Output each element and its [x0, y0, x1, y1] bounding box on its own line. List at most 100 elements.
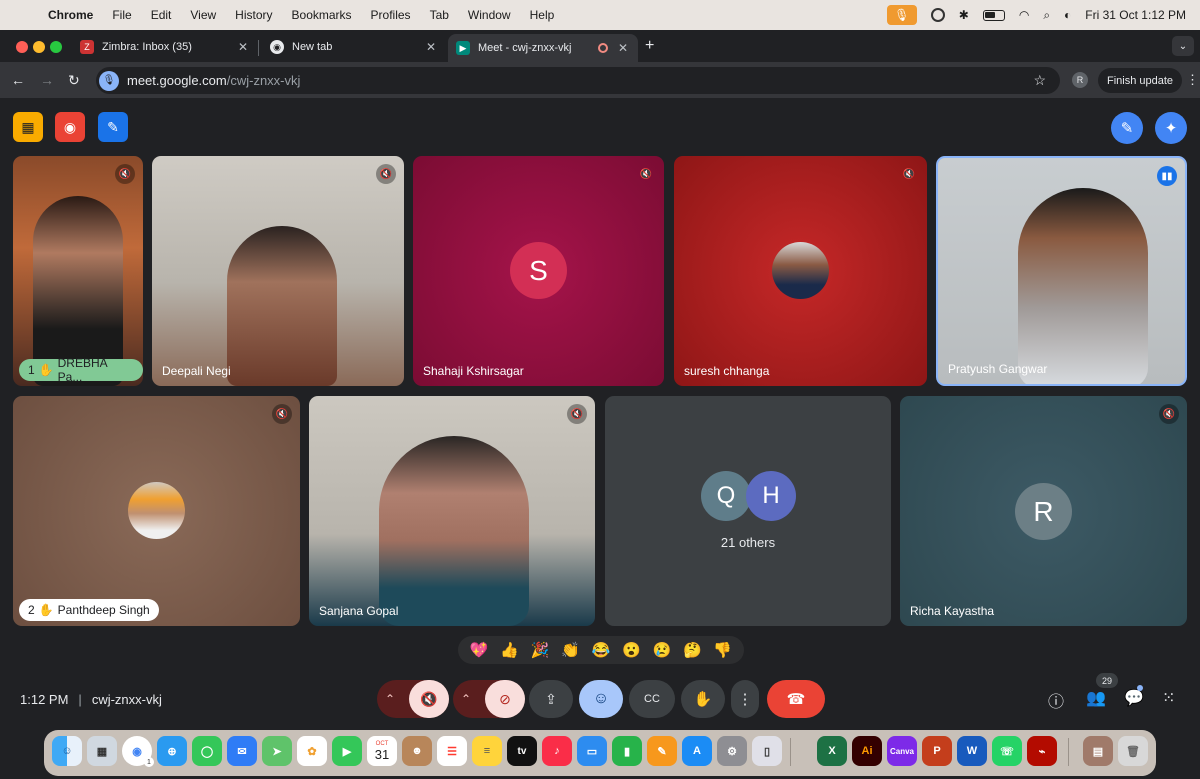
menubar-clock[interactable]: Fri 31 Oct 1:12 PM	[1085, 8, 1186, 22]
finish-update-button[interactable]: Finish update	[1098, 68, 1182, 93]
music-icon[interactable]: ♪	[542, 736, 572, 766]
reaction-thinking[interactable]: 🤔	[683, 641, 702, 659]
keynote-icon[interactable]: ▭	[577, 736, 607, 766]
notes-app-icon[interactable]: ≡	[472, 736, 502, 766]
mail-icon[interactable]: ✉	[227, 736, 257, 766]
participant-tile[interactable]: S 🔇 Shahaji Kshirsagar	[413, 156, 664, 386]
new-tab-button[interactable]: +	[645, 37, 654, 55]
notes-icon[interactable]: ✎	[98, 112, 128, 142]
reminders-icon[interactable]: ☰	[437, 736, 467, 766]
chat-icon[interactable]: 💬	[1124, 688, 1144, 708]
bluetooth-icon[interactable]: ✱	[959, 8, 969, 22]
close-tab-icon[interactable]: ✕	[426, 40, 436, 54]
maximize-window-button[interactable]	[50, 41, 62, 53]
menu-window[interactable]: Window	[468, 8, 511, 22]
downloads-stack-icon[interactable]: ▤	[1083, 736, 1113, 766]
close-tab-icon[interactable]: ✕	[238, 40, 248, 54]
menu-edit[interactable]: Edit	[151, 8, 172, 22]
participant-tile[interactable]: 🔇 Sanjana Gopal	[309, 396, 595, 626]
excel-icon[interactable]: X	[817, 736, 847, 766]
powerpoint-icon[interactable]: P	[922, 736, 952, 766]
calendar-icon[interactable]: OCT 31	[367, 736, 397, 766]
pages-icon[interactable]: ✎	[647, 736, 677, 766]
others-tile[interactable]: Q H 21 others	[605, 396, 891, 626]
menu-view[interactable]: View	[190, 8, 216, 22]
captions-off-icon[interactable]: ▦	[13, 112, 43, 142]
leave-call-button[interactable]: ☎	[767, 680, 825, 718]
gemini-icon[interactable]: ✦	[1155, 112, 1187, 144]
present-screen-button[interactable]: ⇪	[529, 680, 573, 718]
system-settings-icon[interactable]: ⚙	[717, 736, 747, 766]
menu-history[interactable]: History	[235, 8, 272, 22]
reload-button[interactable]: ↻	[68, 72, 80, 89]
menu-file[interactable]: File	[112, 8, 131, 22]
reaction-surprised[interactable]: 😮	[622, 641, 641, 659]
microphone-in-use-icon[interactable]: 🎙	[886, 5, 917, 25]
numbers-icon[interactable]: ▮	[612, 736, 642, 766]
reaction-laugh[interactable]: 😂	[592, 641, 611, 659]
participant-tile[interactable]: 🔇 1 ✋ DREBHA Pa...	[13, 156, 143, 386]
tab-zimbra[interactable]: Z Zimbra: Inbox (35) ✕	[72, 34, 258, 60]
menu-app-name[interactable]: Chrome	[48, 8, 93, 22]
reaction-party[interactable]: 🎉	[531, 641, 550, 659]
participant-tile-active-speaker[interactable]: ▮▮ Pratyush Gangwar	[936, 156, 1187, 386]
video-options-chevron-icon[interactable]: ⌃	[461, 692, 471, 706]
tab-new-tab[interactable]: ◉ New tab ✕	[262, 34, 446, 60]
whatsapp-icon[interactable]: ☏	[992, 736, 1022, 766]
address-bar[interactable]: 🎙 meet.google.com/cwj-znxx-vkj ☆	[96, 67, 1060, 94]
audio-options-chevron-icon[interactable]: ⌃	[385, 692, 395, 706]
activities-icon[interactable]: ⁙	[1162, 688, 1175, 708]
chrome-menu-icon[interactable]: ⋮	[1186, 72, 1199, 88]
wifi-icon[interactable]: ◠	[1019, 8, 1029, 22]
profile-avatar[interactable]: R	[1072, 72, 1088, 88]
participant-tile[interactable]: R 🔇 Richa Kayastha	[900, 396, 1187, 626]
word-icon[interactable]: W	[957, 736, 987, 766]
reaction-thumbs-down[interactable]: 👎	[713, 641, 732, 659]
finder-icon[interactable]: ☺	[52, 736, 82, 766]
menu-profiles[interactable]: Profiles	[371, 8, 411, 22]
camera-off-button[interactable]: ⊘	[485, 680, 525, 718]
launchpad-icon[interactable]: ▦	[87, 736, 117, 766]
people-icon[interactable]: 👥	[1086, 688, 1106, 708]
microphone-site-icon[interactable]: 🎙	[99, 70, 119, 91]
photos-icon[interactable]: ✿	[297, 736, 327, 766]
contacts-icon[interactable]: ☻	[402, 736, 432, 766]
back-button[interactable]: ←	[11, 72, 25, 88]
close-tab-icon[interactable]: ✕	[618, 41, 628, 55]
acrobat-icon[interactable]: ⌁	[1027, 736, 1057, 766]
battery-icon[interactable]	[982, 9, 1005, 21]
tab-search-button[interactable]: ⌄	[1172, 36, 1194, 56]
participant-tile[interactable]: 🔇 suresh chhanga	[674, 156, 927, 386]
canva-icon[interactable]: Canva	[887, 736, 917, 766]
trash-icon[interactable]: 🗑	[1118, 736, 1148, 766]
messages-icon[interactable]: ◯	[192, 736, 222, 766]
safari-icon[interactable]: ⊕	[157, 736, 187, 766]
participant-tile[interactable]: 🔇 Deepali Negi	[152, 156, 404, 386]
minimize-window-button[interactable]	[33, 41, 45, 53]
more-options-button[interactable]: ⋮	[731, 680, 759, 718]
participant-tile[interactable]: 🔇 2 ✋ Panthdeep Singh	[13, 396, 300, 626]
recording-icon[interactable]: ◉	[55, 112, 85, 142]
reaction-thumbs-up[interactable]: 👍	[500, 641, 519, 659]
mic-off-button[interactable]: 🔇	[409, 680, 449, 718]
close-window-button[interactable]	[16, 41, 28, 53]
reaction-clap[interactable]: 👏	[561, 641, 580, 659]
control-center-icon[interactable]: ◐	[1064, 8, 1071, 22]
menu-help[interactable]: Help	[530, 8, 555, 22]
menu-bookmarks[interactable]: Bookmarks	[292, 8, 352, 22]
bookmark-star-icon[interactable]: ☆	[1033, 72, 1046, 89]
emoji-reactions-button[interactable]: ☺	[579, 680, 623, 718]
reaction-heart[interactable]: 💖	[470, 641, 489, 659]
captions-button[interactable]: CC	[629, 680, 675, 718]
apple-tv-icon[interactable]: tv	[507, 736, 537, 766]
raise-hand-button[interactable]: ✋	[681, 680, 725, 718]
iphone-mirroring-icon[interactable]: ▯	[752, 736, 782, 766]
maps-icon[interactable]: ➤	[262, 736, 292, 766]
spotlight-search-icon[interactable]: ⌕	[1043, 8, 1050, 23]
take-notes-icon[interactable]: ✎	[1111, 112, 1143, 144]
app-store-icon[interactable]: A	[682, 736, 712, 766]
facetime-icon[interactable]: ▶	[332, 736, 362, 766]
meeting-info-icon[interactable]: ⓘ	[1048, 688, 1064, 712]
forward-button[interactable]: →	[40, 72, 54, 88]
illustrator-icon[interactable]: Ai	[852, 736, 882, 766]
